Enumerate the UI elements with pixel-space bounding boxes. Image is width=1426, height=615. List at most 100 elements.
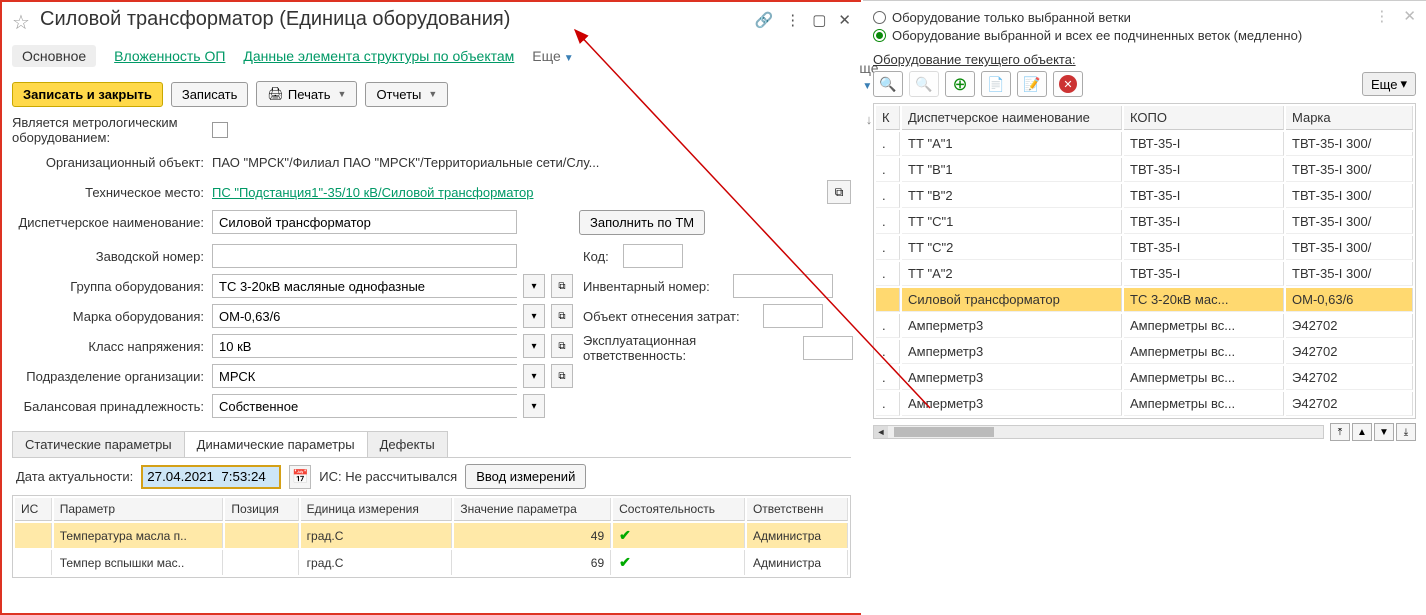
mark-input[interactable] bbox=[212, 304, 517, 328]
scroll-thumb[interactable] bbox=[894, 427, 994, 437]
group-input[interactable] bbox=[212, 274, 517, 298]
copy-button[interactable]: 📄 bbox=[981, 71, 1011, 97]
equip-col-header[interactable]: К bbox=[876, 106, 900, 130]
nav-first-button[interactable]: ⤒ bbox=[1330, 423, 1350, 441]
voltage-open-button[interactable]: ⧉ bbox=[551, 334, 573, 358]
inv-input[interactable] bbox=[733, 274, 833, 298]
nav-down-button[interactable]: ▼ bbox=[1374, 423, 1394, 441]
nav-up-button[interactable]: ▲ bbox=[1352, 423, 1372, 441]
relevance-date-input[interactable] bbox=[141, 465, 281, 489]
voltage-input[interactable] bbox=[212, 334, 517, 358]
sub-tab-dynamic[interactable]: Динамические параметры bbox=[184, 431, 368, 457]
form-toolbar: Записать и закрыть Записать 🖨Печать▼ Отч… bbox=[12, 81, 851, 107]
input-measurements-button[interactable]: Ввод измерений bbox=[465, 464, 586, 489]
check-icon: ✔ bbox=[619, 527, 631, 543]
tab-main[interactable]: Основное bbox=[12, 45, 96, 67]
close-icon[interactable]: ✕ bbox=[838, 11, 851, 29]
equip-col-header[interactable]: Марка bbox=[1286, 106, 1413, 130]
save-close-button[interactable]: Записать и закрыть bbox=[12, 82, 163, 107]
radio-all-branches[interactable]: Оборудование выбранной и всех ее подчине… bbox=[873, 28, 1302, 43]
equip-row[interactable]: .Амперметр3Амперметры вс...Э42702 bbox=[876, 340, 1413, 364]
form-tabs: Основное Вложенность ОП Данные элемента … bbox=[12, 39, 851, 73]
nav-last-button[interactable]: ⤓ bbox=[1396, 423, 1416, 441]
right-close-icon[interactable]: ✕ bbox=[1403, 7, 1416, 25]
params-col-header[interactable]: Позиция bbox=[225, 498, 298, 521]
disp-name-input[interactable] bbox=[212, 210, 517, 234]
serial-input[interactable] bbox=[212, 244, 517, 268]
save-button[interactable]: Записать bbox=[171, 82, 249, 107]
equip-col-header[interactable]: Диспетчерское наименование bbox=[902, 106, 1122, 130]
params-col-header[interactable]: Единица измерения bbox=[301, 498, 453, 521]
equip-row[interactable]: .ТТ "С"2ТВТ-35-IТВТ-35-I 300/ bbox=[876, 236, 1413, 260]
org-label: Организационный объект: bbox=[12, 155, 212, 170]
search-cancel-button[interactable]: 🔍 bbox=[909, 71, 939, 97]
dept-open-button[interactable]: ⧉ bbox=[551, 364, 573, 388]
equipment-table[interactable]: КДиспетчерское наименованиеКОПОМарка .ТТ… bbox=[873, 103, 1416, 419]
equip-row[interactable]: Силовой трансформаторТС 3-20кВ мас...ОМ-… bbox=[876, 288, 1413, 312]
horizontal-scrollbar[interactable]: ◄ bbox=[873, 425, 1324, 439]
dept-input[interactable] bbox=[212, 364, 517, 388]
equip-row[interactable]: .ТТ "С"1ТВТ-35-IТВТ-35-I 300/ bbox=[876, 210, 1413, 234]
metrological-checkbox[interactable] bbox=[212, 122, 228, 138]
params-row[interactable]: Температура масла п..град.С49✔Администра bbox=[15, 523, 848, 548]
params-col-header[interactable]: Состоятельность bbox=[613, 498, 745, 521]
tp-label: Техническое место: bbox=[12, 185, 212, 200]
params-col-header[interactable]: Значение параметра bbox=[454, 498, 611, 521]
params-col-header[interactable]: Ответственн bbox=[747, 498, 848, 521]
balance-input[interactable] bbox=[212, 394, 517, 418]
tp-link[interactable]: ПС "Подстанция1"-35/10 кВ/Силовой трансф… bbox=[212, 185, 533, 200]
equip-row[interactable]: .ТТ "В"1ТВТ-35-IТВТ-35-I 300/ bbox=[876, 158, 1413, 182]
equip-row[interactable]: .Амперметр3Амперметры вс...Э42702 bbox=[876, 314, 1413, 338]
radio-selected-branch[interactable]: Оборудование только выбранной ветки bbox=[873, 10, 1302, 25]
mark-dropdown-button[interactable]: ▾ bbox=[523, 304, 545, 328]
titlebar: ☆ Силовой трансформатор (Единица оборудо… bbox=[12, 8, 851, 31]
calendar-button[interactable]: 📅 bbox=[289, 465, 311, 489]
magnifier-off-icon: 🔍 bbox=[915, 76, 932, 93]
window-title: Силовой трансформатор (Единица оборудова… bbox=[40, 8, 755, 31]
maximize-icon[interactable]: ▢ bbox=[812, 11, 826, 29]
sub-tab-static[interactable]: Статические параметры bbox=[12, 431, 185, 457]
radio-checked-icon bbox=[873, 29, 886, 42]
equip-row[interactable]: .ТТ "В"2ТВТ-35-IТВТ-35-I 300/ bbox=[876, 184, 1413, 208]
link-icon[interactable]: 🔗 bbox=[755, 11, 774, 29]
tab-structure[interactable]: Данные элемента структуры по объектам bbox=[243, 48, 514, 64]
tabs-more[interactable]: Еще▼ bbox=[532, 48, 573, 64]
equip-row[interactable]: .Амперметр3Амперметры вс...Э42702 bbox=[876, 392, 1413, 416]
cost-input[interactable] bbox=[763, 304, 823, 328]
group-dropdown-button[interactable]: ▾ bbox=[523, 274, 545, 298]
params-col-header[interactable]: ИС bbox=[15, 498, 52, 521]
equip-row[interactable]: .Амперметр3Амперметры вс...Э42702 bbox=[876, 366, 1413, 390]
create-button[interactable]: 📝 bbox=[1017, 71, 1047, 97]
copy-icon: 📄 bbox=[987, 76, 1004, 93]
delete-button[interactable]: ✕ bbox=[1053, 71, 1083, 97]
equip-row[interactable]: .ТТ "А"2ТВТ-35-IТВТ-35-I 300/ bbox=[876, 262, 1413, 286]
disp-label: Диспетчерское наименование: bbox=[12, 215, 212, 230]
equipment-list-panel: Оборудование только выбранной ветки Обор… bbox=[863, 0, 1426, 615]
search-button[interactable]: 🔍 bbox=[873, 71, 903, 97]
equip-row[interactable]: .ТТ "А"1ТВТ-35-IТВТ-35-I 300/ bbox=[876, 132, 1413, 156]
dept-dropdown-button[interactable]: ▾ bbox=[523, 364, 545, 388]
code-input[interactable] bbox=[623, 244, 683, 268]
group-open-button[interactable]: ⧉ bbox=[551, 274, 573, 298]
right-more-icon[interactable]: ⋮ bbox=[1374, 7, 1389, 25]
tp-open-button[interactable]: ⧉ bbox=[827, 180, 851, 204]
params-row[interactable]: Темпер вспышки мас..град.С69✔Администра bbox=[15, 550, 848, 575]
scroll-left-arrow[interactable]: ◄ bbox=[874, 426, 888, 438]
resp-input[interactable] bbox=[803, 336, 853, 360]
mark-label: Марка оборудования: bbox=[12, 309, 212, 324]
sub-tab-defects[interactable]: Дефекты bbox=[367, 431, 448, 457]
voltage-dropdown-button[interactable]: ▾ bbox=[523, 334, 545, 358]
equip-col-header[interactable]: КОПО bbox=[1124, 106, 1284, 130]
inv-label: Инвентарный номер: bbox=[583, 279, 733, 294]
reports-button[interactable]: Отчеты▼ bbox=[365, 82, 448, 107]
params-col-header[interactable]: Параметр bbox=[54, 498, 224, 521]
balance-dropdown-button[interactable]: ▾ bbox=[523, 394, 545, 418]
favorite-star-icon[interactable]: ☆ bbox=[12, 10, 32, 30]
tab-nesting[interactable]: Вложенность ОП bbox=[114, 48, 225, 64]
mark-open-button[interactable]: ⧉ bbox=[551, 304, 573, 328]
more-menu-icon[interactable]: ⋮ bbox=[785, 11, 800, 29]
print-button[interactable]: 🖨Печать▼ bbox=[256, 81, 357, 107]
add-button[interactable]: ⊕ bbox=[945, 71, 975, 97]
list-more-button[interactable]: Еще▾ bbox=[1362, 72, 1416, 96]
fill-from-tm-button[interactable]: Заполнить по ТМ bbox=[579, 210, 705, 235]
